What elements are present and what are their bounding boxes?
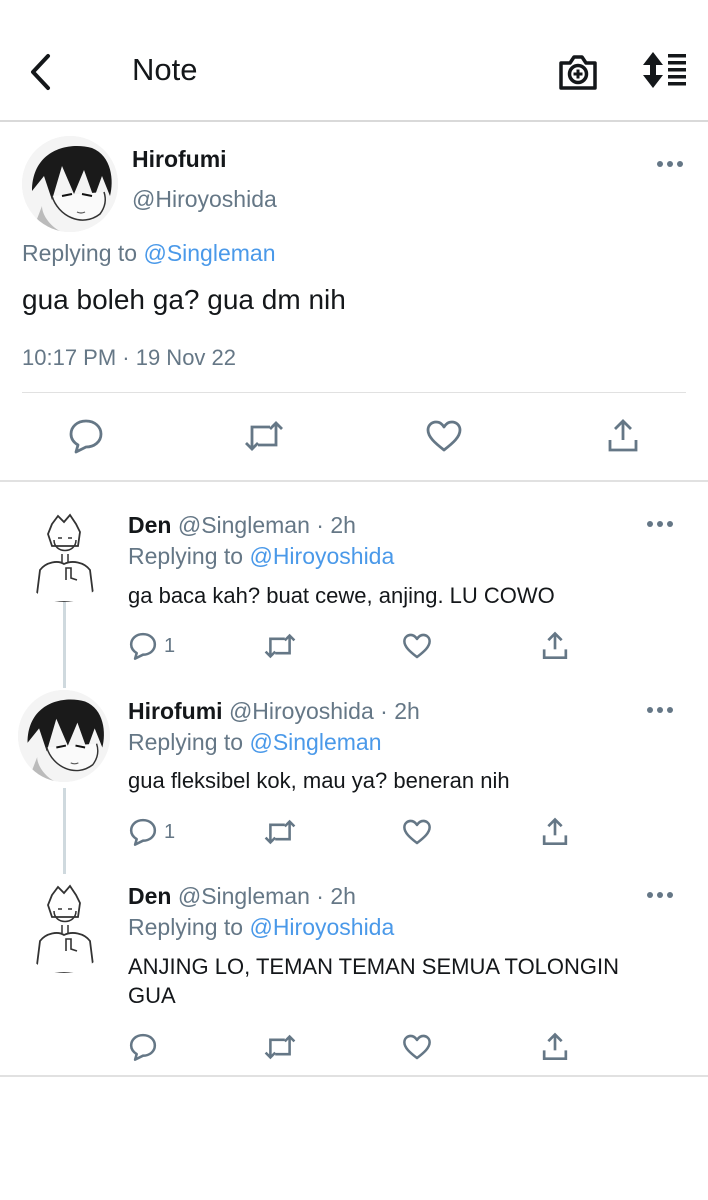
share-button[interactable] — [540, 1031, 570, 1063]
like-button[interactable] — [402, 1031, 432, 1063]
tweet-timestamp[interactable]: 10:17 PM · 19 Nov 22 — [22, 345, 236, 371]
heart-icon — [403, 819, 431, 845]
author-name[interactable]: Den — [128, 512, 171, 538]
sort-icon — [643, 52, 686, 88]
tweet-text: gua boleh ga? gua dm nih — [22, 284, 346, 315]
share-icon — [608, 419, 638, 452]
avatar[interactable] — [18, 690, 110, 782]
reply-header: Hirofumi @Hiroyoshida · 2h — [128, 698, 420, 725]
mention-link[interactable]: @Hiroyoshida — [249, 543, 394, 569]
sort-button[interactable] — [638, 50, 690, 90]
retweet-icon — [245, 421, 283, 451]
author-name[interactable]: Hirofumi — [128, 698, 223, 724]
reply-bubble-icon — [129, 1033, 157, 1061]
retweet-button[interactable] — [264, 1031, 296, 1063]
replying-to: Replying to @Singleman — [22, 240, 276, 267]
replying-prefix: Replying to — [22, 240, 138, 266]
heart-icon — [403, 633, 431, 659]
sketch-avatar-icon — [18, 881, 110, 973]
reply-time: · 2h — [316, 512, 356, 538]
reply-count: 1 — [164, 820, 176, 843]
more-dots-icon — [657, 161, 683, 167]
reply-button[interactable] — [66, 416, 106, 456]
nav-header: Note — [0, 0, 708, 122]
retweet-icon — [264, 633, 296, 659]
thread-connector — [63, 602, 66, 688]
reply-header: Den @Singleman · 2h — [128, 883, 356, 910]
reply-bubble-icon — [129, 818, 157, 846]
avatar[interactable] — [18, 881, 110, 973]
heart-icon — [403, 1034, 431, 1060]
author-handle[interactable]: @Singleman — [178, 883, 310, 909]
reply-count: 1 — [164, 634, 176, 657]
anime-avatar-icon — [22, 136, 118, 232]
share-button[interactable] — [540, 816, 570, 848]
author-name[interactable]: Den — [128, 883, 171, 909]
main-tweet: Hirofumi @Hiroyoshida Replying to @Singl… — [0, 124, 708, 482]
retweet-button[interactable] — [264, 816, 296, 848]
mention-link[interactable]: @Hiroyoshida — [249, 914, 394, 940]
more-options-button[interactable] — [640, 883, 680, 907]
anime-avatar-icon — [18, 690, 110, 782]
replying-prefix: Replying to — [128, 543, 244, 569]
mention-link[interactable]: @Singleman — [143, 240, 275, 266]
reply-text: ga baca kah? buat cewe, anjing. LU COWO — [128, 583, 555, 608]
divider — [22, 392, 686, 393]
replying-prefix: Replying to — [128, 914, 244, 940]
author-handle[interactable]: @Hiroyoshida — [132, 186, 277, 213]
more-dots-icon — [647, 707, 673, 713]
camera-button[interactable] — [556, 50, 600, 94]
retweet-button[interactable] — [264, 630, 296, 662]
replying-to: Replying to @Hiroyoshida — [128, 543, 394, 570]
thread-connector — [63, 788, 66, 874]
page-title: Note — [132, 52, 198, 87]
reply-bubble-icon — [69, 419, 103, 454]
avatar[interactable] — [18, 510, 110, 602]
retweet-icon — [264, 819, 296, 845]
more-options-button[interactable] — [640, 512, 680, 536]
share-button[interactable] — [603, 416, 643, 456]
share-icon — [542, 817, 568, 845]
share-icon — [542, 1032, 568, 1060]
like-button[interactable] — [402, 816, 432, 848]
more-options-button[interactable] — [640, 698, 680, 722]
back-button[interactable] — [22, 50, 58, 94]
retweet-icon — [264, 1034, 296, 1060]
reply-button[interactable]: 1 — [128, 630, 175, 662]
reply-button[interactable] — [128, 1031, 164, 1063]
reply-time: · 2h — [380, 698, 420, 724]
reply-time: · 2h — [316, 883, 356, 909]
like-button[interactable] — [402, 630, 432, 662]
camera-plus-icon — [559, 55, 597, 90]
reply-button[interactable]: 1 — [128, 816, 175, 848]
back-chevron-icon — [31, 54, 50, 90]
author-handle[interactable]: @Hiroyoshida — [229, 698, 374, 724]
mention-link[interactable]: @Singleman — [249, 729, 381, 755]
like-button[interactable] — [424, 416, 464, 456]
share-icon — [542, 631, 568, 659]
retweet-button[interactable] — [244, 416, 284, 456]
replying-to: Replying to @Singleman — [128, 729, 382, 756]
reply-bubble-icon — [129, 632, 157, 660]
sketch-avatar-icon — [18, 510, 110, 602]
more-dots-icon — [647, 521, 673, 527]
reply-text: ANJING LO, TEMAN TEMAN SEMUA TOLONGIN GU… — [128, 954, 620, 1008]
author-name[interactable]: Hirofumi — [132, 146, 227, 173]
reply-text: gua fleksibel kok, mau ya? beneran nih — [128, 768, 510, 793]
divider — [0, 1075, 708, 1077]
reply-header: Den @Singleman · 2h — [128, 512, 356, 539]
share-button[interactable] — [540, 630, 570, 662]
avatar[interactable] — [22, 136, 118, 232]
replying-to: Replying to @Hiroyoshida — [128, 914, 394, 941]
more-options-button[interactable] — [650, 152, 690, 176]
heart-icon — [426, 420, 462, 452]
author-handle[interactable]: @Singleman — [178, 512, 310, 538]
replying-prefix: Replying to — [128, 729, 244, 755]
more-dots-icon — [647, 892, 673, 898]
